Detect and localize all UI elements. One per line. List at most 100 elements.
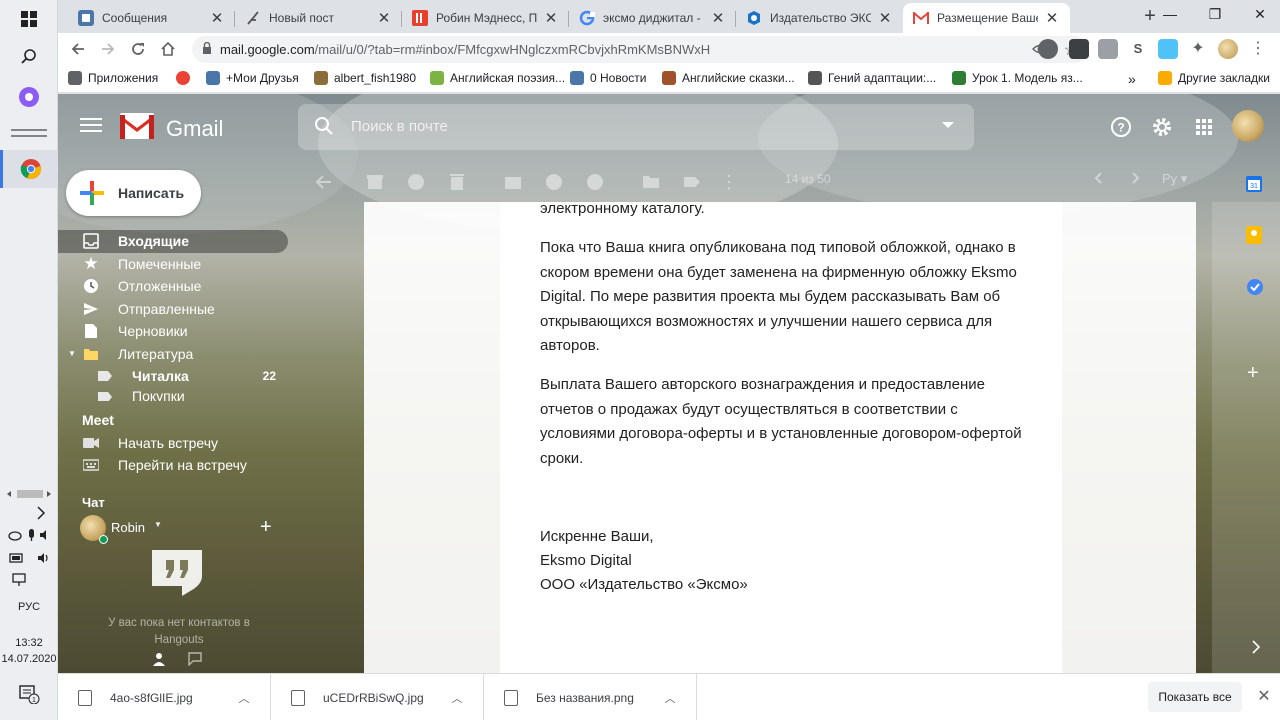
chevron-right-icon[interactable]	[0, 506, 58, 523]
chat-bubble-icon[interactable]	[188, 652, 202, 667]
add-chat-button[interactable]: +	[260, 516, 272, 539]
gmail-logo[interactable]	[120, 113, 154, 139]
search-input[interactable]: Поиск в почте	[298, 104, 974, 150]
snooze-icon[interactable]	[544, 172, 564, 192]
back-to-inbox-icon[interactable]	[314, 172, 334, 192]
url-text[interactable]: mail.google.com/mail/u/0/?tab=rm#inbox/F…	[220, 42, 710, 57]
tray-icons-row1[interactable]	[0, 528, 58, 545]
chevron-left-icon[interactable]	[1092, 170, 1106, 189]
bookmark-vk-friends[interactable]: +Мои Друзья	[206, 71, 299, 85]
scrollbar[interactable]	[0, 488, 58, 503]
tab-litres[interactable]: Робин Мэднесс, Про ✕	[402, 3, 569, 33]
task-view-icon[interactable]	[0, 114, 58, 152]
apps-grid-icon[interactable]	[1192, 115, 1216, 139]
nav-drafts[interactable]: Черновики	[58, 320, 288, 343]
close-icon[interactable]: ✕	[543, 9, 559, 27]
add-to-tasks-icon[interactable]	[585, 172, 605, 192]
download-item[interactable]: Без названия.png ︿	[484, 674, 697, 720]
search-icon[interactable]	[314, 116, 334, 136]
nav-snoozed[interactable]: Отложенные	[58, 275, 288, 298]
chevron-right-icon[interactable]	[1128, 170, 1142, 189]
pinterest-icon[interactable]	[1038, 39, 1058, 59]
back-button[interactable]	[66, 37, 90, 61]
tab-google-search[interactable]: эксмо диджитал - По ✕	[569, 3, 736, 33]
bookmark-english-poetry[interactable]: Английская поэзия...	[430, 71, 565, 85]
nav-purchases[interactable]: Покупки	[58, 388, 288, 401]
search-icon[interactable]	[0, 38, 58, 76]
close-icon[interactable]: ✕	[710, 9, 726, 27]
more-options-icon[interactable]: ⋮	[720, 172, 740, 192]
close-icon[interactable]: ✕	[209, 9, 225, 27]
mark-unread-icon[interactable]	[503, 172, 523, 192]
chevron-up-icon[interactable]: ︿	[658, 690, 682, 706]
archive-icon[interactable]	[365, 172, 385, 192]
help-icon[interactable]: ?	[1109, 115, 1133, 139]
chat-user-name[interactable]: Robin	[111, 520, 145, 535]
bookmark-lesson[interactable]: Урок 1. Модель яз...	[952, 71, 1083, 85]
bookmark-apps[interactable]: Приложения	[68, 71, 158, 85]
show-all-downloads-button[interactable]: Показать все	[1148, 682, 1242, 712]
network-icon[interactable]	[0, 573, 58, 590]
nav-starred[interactable]: ★ Помеченные	[58, 253, 288, 276]
bookmark-genius[interactable]: Гений адаптации:...	[808, 71, 936, 85]
chevron-right-icon[interactable]	[1251, 640, 1261, 657]
keep-icon[interactable]	[1246, 226, 1262, 247]
close-icon[interactable]: ✕	[1044, 9, 1060, 27]
home-button[interactable]	[156, 37, 180, 61]
chrome-icon[interactable]	[0, 150, 58, 188]
nav-literature[interactable]: ▼ Литература	[58, 343, 288, 366]
clock-time[interactable]: 13:32	[0, 637, 58, 649]
forward-button[interactable]	[96, 37, 120, 61]
download-item[interactable]: uCEDrRBiSwQ.jpg ︿	[271, 674, 484, 720]
person-icon[interactable]	[152, 652, 166, 666]
profile-avatar[interactable]	[1218, 39, 1238, 59]
tray-icons-row2[interactable]	[0, 551, 58, 568]
main-menu-button[interactable]	[80, 114, 102, 136]
extension-icon[interactable]	[1098, 39, 1118, 59]
tab-eksmo[interactable]: Издательство ЭКСМО ✕	[736, 3, 903, 33]
close-shelf-icon[interactable]: ✕	[1254, 686, 1274, 706]
nav-reader[interactable]: Читалка 22	[58, 365, 288, 388]
move-to-icon[interactable]	[641, 172, 661, 192]
input-language[interactable]: РУС	[0, 601, 58, 613]
puzzle-icon[interactable]: ✦	[1188, 39, 1208, 59]
bookmark-gmail[interactable]	[176, 71, 196, 85]
close-window-button[interactable]: ✕	[1240, 0, 1280, 30]
delete-icon[interactable]	[447, 172, 467, 192]
reload-button[interactable]	[126, 37, 150, 61]
notification-center-icon[interactable]: 1	[0, 684, 58, 707]
clock-date[interactable]: 14.07.2020	[0, 653, 58, 665]
address-bar[interactable]: mail.google.com/mail/u/0/?tab=rm#inbox/F…	[192, 36, 1088, 63]
close-icon[interactable]: ✕	[877, 9, 893, 27]
bookmark-english-tales[interactable]: Английские сказки...	[662, 71, 795, 85]
app-icon[interactable]	[0, 78, 58, 116]
bookmark-albert[interactable]: albert_fish1980	[314, 71, 416, 85]
download-item[interactable]: 4ao-s8fGlIE.jpg ︿	[58, 674, 271, 720]
tab-new-post[interactable]: Новый пост ✕	[235, 3, 402, 33]
windows-start-icon[interactable]	[0, 0, 58, 38]
lock-icon[interactable]	[202, 41, 212, 57]
tasks-icon[interactable]	[1246, 278, 1264, 299]
calendar-icon[interactable]: 31	[1246, 176, 1262, 195]
more-bookmarks-chevron[interactable]: »	[1128, 71, 1136, 87]
bookmark-news[interactable]: 0 Новости	[570, 71, 646, 85]
compose-button[interactable]: Написать	[66, 170, 201, 216]
tab-gmail[interactable]: Размещение Вашей ✕	[903, 3, 1070, 33]
extension-icon[interactable]	[1158, 39, 1178, 59]
bookmark-other[interactable]: Другие закладки	[1158, 71, 1270, 85]
caret-down-icon[interactable]: ▼	[68, 349, 76, 358]
maximize-button[interactable]: ❐	[1195, 0, 1235, 30]
skype-icon[interactable]: S	[1128, 39, 1148, 59]
tab-messages[interactable]: Сообщения ✕	[68, 3, 235, 33]
label-icon[interactable]	[682, 172, 702, 192]
close-icon[interactable]: ✕	[376, 9, 392, 27]
meet-start[interactable]: Начать встречу	[58, 432, 288, 455]
nav-inbox[interactable]: Входящие	[58, 230, 288, 253]
nav-sent[interactable]: Отправленные	[58, 298, 288, 321]
gear-icon[interactable]	[1150, 115, 1174, 139]
search-options-icon[interactable]	[942, 122, 954, 128]
report-spam-icon[interactable]	[406, 172, 426, 192]
meet-join[interactable]: Перейти на встречу	[58, 454, 288, 477]
menu-icon[interactable]: ⋮	[1250, 39, 1266, 59]
caret-down-icon[interactable]: ▼	[154, 520, 162, 529]
